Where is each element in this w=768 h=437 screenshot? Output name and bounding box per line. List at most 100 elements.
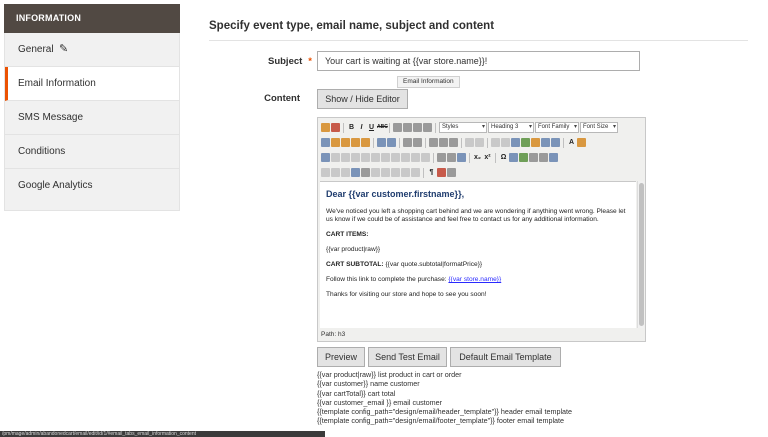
copy-icon[interactable]: [331, 138, 340, 147]
toolbar-row-4: ¶: [321, 166, 456, 179]
preview-button[interactable]: Preview: [317, 347, 365, 367]
delete-row-icon[interactable]: [371, 153, 380, 162]
outdent-icon[interactable]: [429, 138, 438, 147]
align-justify-icon[interactable]: [423, 123, 432, 132]
section-divider: [209, 40, 748, 41]
cell-props-icon[interactable]: [341, 153, 350, 162]
insert-col-after-icon[interactable]: [391, 153, 400, 162]
toolbar-separator: [425, 137, 426, 148]
bold-button[interactable]: B: [347, 123, 356, 132]
move-backward-icon[interactable]: [341, 168, 350, 177]
remove-format-icon[interactable]: [447, 153, 456, 162]
ltr-icon[interactable]: [539, 153, 548, 162]
visual-aid-icon[interactable]: [457, 153, 466, 162]
font-size-select[interactable]: Font Size: [580, 122, 618, 133]
del-icon[interactable]: [411, 168, 420, 177]
font-family-select[interactable]: Font Family: [535, 122, 579, 133]
unlink-icon[interactable]: [501, 138, 510, 147]
replace-icon[interactable]: [387, 138, 396, 147]
indent-icon[interactable]: [439, 138, 448, 147]
align-center-icon[interactable]: [403, 123, 412, 132]
follow-text: Follow this link to complete the purchas…: [326, 276, 447, 283]
acronym-icon[interactable]: [391, 168, 400, 177]
non-breaking-icon[interactable]: [437, 168, 446, 177]
styles-select[interactable]: Styles: [439, 122, 487, 133]
fullscreen-icon[interactable]: [549, 153, 558, 162]
default-email-template-button[interactable]: Default Email Template: [450, 347, 561, 367]
underline-button[interactable]: U: [367, 123, 376, 132]
subtotal-var: {{var quote.subtotal|formatPrice}}: [385, 261, 483, 268]
html-source-icon[interactable]: [551, 138, 560, 147]
row-props-icon[interactable]: [331, 153, 340, 162]
cart-items-label: CART ITEMS:: [326, 231, 369, 238]
insert-layer-icon[interactable]: [321, 168, 330, 177]
delete-col-icon[interactable]: [401, 153, 410, 162]
ins-icon[interactable]: [401, 168, 410, 177]
numbered-list-icon[interactable]: [413, 138, 422, 147]
sidebar-item-conditions[interactable]: Conditions: [5, 135, 179, 169]
paste-text-icon[interactable]: [351, 138, 360, 147]
media-icon[interactable]: [509, 153, 518, 162]
emoticon-icon[interactable]: [519, 153, 528, 162]
paste-icon[interactable]: [341, 138, 350, 147]
scrollbar-thumb[interactable]: [639, 183, 644, 326]
heading-select[interactable]: Heading 3: [488, 122, 534, 133]
toolbar-row-3: x₂ x² Ω: [321, 151, 558, 164]
pencil-icon: ✎: [59, 43, 69, 55]
toolbar-separator: [389, 122, 390, 133]
magento-widget-icon[interactable]: [321, 123, 330, 132]
bullet-list-icon[interactable]: [403, 138, 412, 147]
split-cells-icon[interactable]: [411, 153, 420, 162]
insert-row-after-icon[interactable]: [361, 153, 370, 162]
variable-icon[interactable]: [331, 123, 340, 132]
abbr-icon[interactable]: [381, 168, 390, 177]
find-icon[interactable]: [377, 138, 386, 147]
subscript-button[interactable]: x₂: [473, 153, 482, 162]
cite-icon[interactable]: [371, 168, 380, 177]
redo-icon[interactable]: [475, 138, 484, 147]
strikethrough-button[interactable]: ABC: [377, 123, 388, 132]
cleanup-icon[interactable]: [531, 138, 540, 147]
special-char-button[interactable]: Ω: [499, 153, 508, 162]
merge-cells-icon[interactable]: [421, 153, 430, 162]
insert-row-before-icon[interactable]: [351, 153, 360, 162]
move-forward-icon[interactable]: [331, 168, 340, 177]
tooltip: Email Information: [397, 76, 460, 88]
sidebar-item-google-analytics[interactable]: Google Analytics: [5, 169, 179, 210]
sidebar-item-email-information[interactable]: Email Information: [5, 67, 179, 101]
link-icon[interactable]: [491, 138, 500, 147]
table-icon[interactable]: [321, 153, 330, 162]
editor-content[interactable]: Dear {{var customer.firstname}}, We've n…: [320, 181, 636, 328]
rtl-icon[interactable]: [529, 153, 538, 162]
align-left-icon[interactable]: [393, 123, 402, 132]
image-icon[interactable]: [521, 138, 530, 147]
anchor-icon[interactable]: [511, 138, 520, 147]
store-link[interactable]: {{var store.name}}: [448, 276, 501, 283]
cut-icon[interactable]: [321, 138, 330, 147]
toolbar-separator: [343, 122, 344, 133]
show-hide-editor-button[interactable]: Show / Hide Editor: [317, 89, 408, 109]
send-test-email-button[interactable]: Send Test Email: [368, 347, 447, 367]
sidebar-item-sms-message[interactable]: SMS Message: [5, 101, 179, 135]
subject-input[interactable]: Your cart is waiting at {{var store.name…: [317, 51, 640, 71]
superscript-button[interactable]: x²: [483, 153, 492, 162]
style-props-icon[interactable]: [361, 168, 370, 177]
insert-col-before-icon[interactable]: [381, 153, 390, 162]
horizontal-rule-icon[interactable]: [437, 153, 446, 162]
page-break-icon[interactable]: [447, 168, 456, 177]
italic-button[interactable]: I: [357, 123, 366, 132]
paste-word-icon[interactable]: [361, 138, 370, 147]
show-blocks-button[interactable]: ¶: [427, 168, 436, 177]
blockquote-icon[interactable]: [449, 138, 458, 147]
section-title: Specify event type, email name, subject …: [209, 20, 495, 32]
sidebar-item-general[interactable]: General ✎: [5, 33, 179, 67]
absolute-icon[interactable]: [351, 168, 360, 177]
highlight-color-icon[interactable]: [577, 138, 586, 147]
undo-icon[interactable]: [465, 138, 474, 147]
align-right-icon[interactable]: [413, 123, 422, 132]
help-icon[interactable]: [541, 138, 550, 147]
text-color-button[interactable]: A: [567, 138, 576, 147]
variables-help: {{var product|raw}} list product in cart…: [317, 370, 572, 426]
toolbar-separator: [433, 152, 434, 163]
editor-scrollbar[interactable]: [637, 181, 644, 328]
